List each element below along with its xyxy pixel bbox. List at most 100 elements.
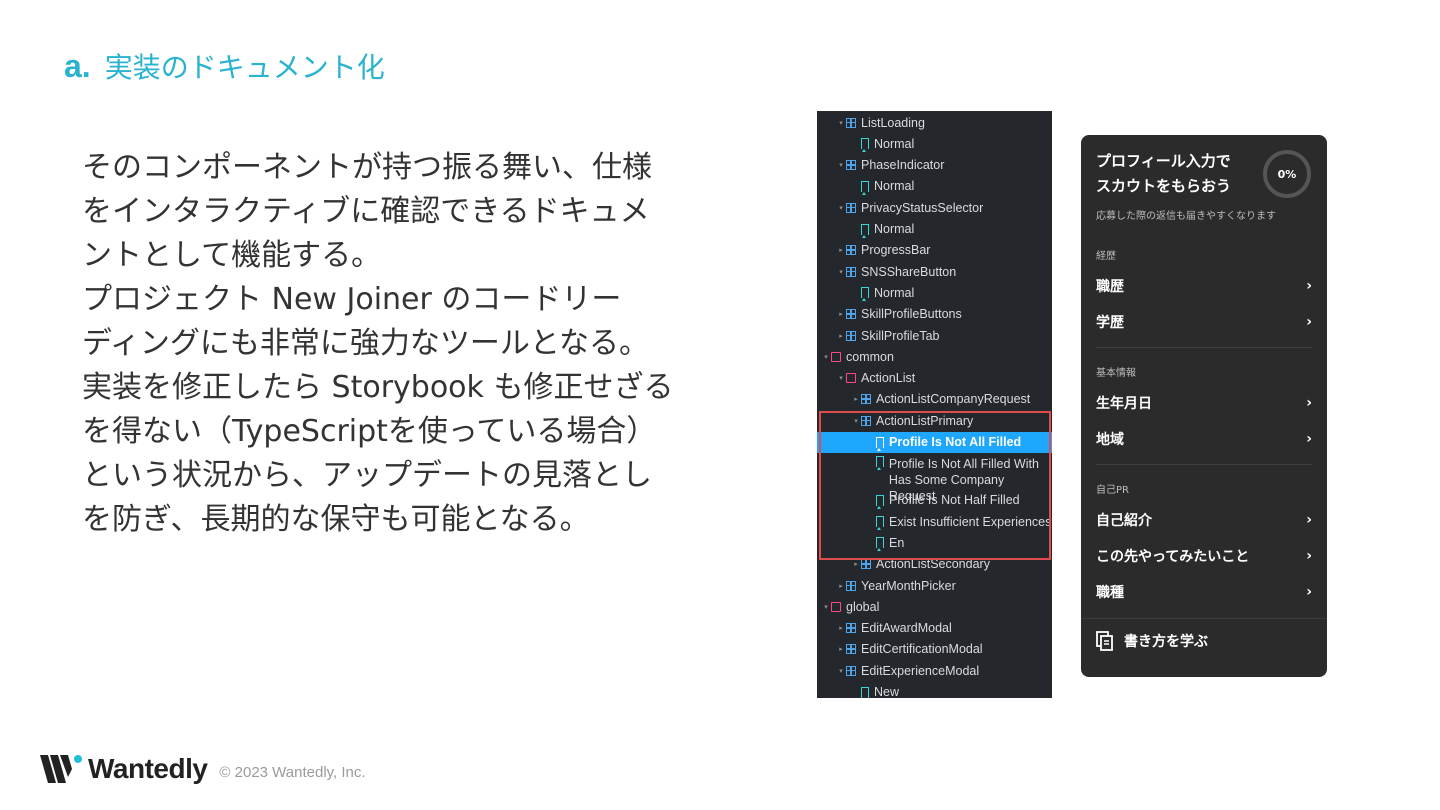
progress-text: 0% [1277, 167, 1297, 181]
tree-item-label: EditCertificationModal [861, 642, 983, 657]
tree-item-label: EditAwardModal [861, 621, 952, 636]
card-subtitle: 応募した際の返信も届きやすくなります [1096, 211, 1276, 222]
body-line: を得ない（TypeScriptを使っている場合） [82, 414, 657, 449]
tree-item-story[interactable]: New [817, 682, 1052, 698]
caret-down-icon[interactable]: ▾ [836, 268, 846, 276]
caret-down-icon[interactable]: ▾ [836, 374, 846, 382]
folder-icon [846, 373, 856, 384]
tree-item-component[interactable]: ▾ PrivacyStatusSelector [817, 197, 1052, 218]
tree-item-label: SkillProfileTab [861, 328, 940, 343]
component-icon [846, 330, 856, 341]
caret-right-icon[interactable]: ▸ [836, 645, 846, 653]
chevron-right-icon: › [1306, 548, 1312, 564]
tree-item-label: common [846, 349, 894, 364]
bookmark-icon [861, 180, 869, 195]
component-icon [846, 266, 856, 277]
caret-down-icon[interactable]: ▾ [836, 204, 846, 212]
tree-item-story[interactable]: Normal [817, 219, 1052, 240]
tree-item-label: global [846, 599, 880, 614]
slide-heading: a. 実装のドキュメント化 [64, 46, 385, 86]
tree-item-label: YearMonthPicker [861, 578, 956, 593]
caret-right-icon[interactable]: ▸ [836, 582, 846, 590]
tree-item-story[interactable]: Normal [817, 133, 1052, 154]
tree-item-component[interactable]: ▸ ActionListCompanyRequest [817, 389, 1052, 410]
tree-item-folder[interactable]: ▾ common [817, 346, 1052, 367]
bookmark-icon [861, 287, 869, 302]
wantedly-logo-icon [40, 755, 82, 783]
component-icon [846, 623, 856, 634]
tree-item-component[interactable]: ▸ SkillProfileTab [817, 325, 1052, 346]
caret-down-icon[interactable]: ▾ [821, 353, 831, 361]
bookmark-icon [861, 138, 869, 153]
tree-item-label: SkillProfileButtons [861, 307, 962, 322]
caret-right-icon[interactable]: ▸ [851, 560, 861, 568]
card-item-education[interactable]: 学歴 › [1096, 308, 1312, 336]
divider [1081, 618, 1327, 619]
caret-down-icon[interactable]: ▾ [836, 119, 846, 127]
body-line: 実装を修正したら Storybook も修正せざる [82, 370, 674, 405]
tree-item-folder[interactable]: ▾ ActionList [817, 368, 1052, 389]
heading-letter: a. [64, 48, 91, 84]
caret-right-icon[interactable]: ▸ [836, 624, 846, 632]
progress-ring: 0% [1263, 150, 1311, 198]
caret-right-icon[interactable]: ▸ [851, 395, 861, 403]
slide-footer: Wantedly © 2023 Wantedly, Inc. [40, 752, 366, 786]
component-icon [846, 202, 856, 213]
tree-item-component[interactable]: ▸ EditCertificationModal [817, 639, 1052, 660]
section-label-career: 経歴 [1096, 251, 1116, 262]
body-line: という状況から、アップデートの見落とし [82, 458, 652, 493]
tree-item-story[interactable]: Normal [817, 176, 1052, 197]
tree-item-label: ActionListCompanyRequest [876, 392, 1031, 407]
card-item-region[interactable]: 地域 › [1096, 425, 1312, 453]
component-icon [846, 665, 856, 676]
tree-item-component[interactable]: ▸ EditAwardModal [817, 618, 1052, 639]
caret-right-icon[interactable]: ▸ [836, 310, 846, 318]
tree-item-folder[interactable]: ▾ global [817, 596, 1052, 617]
tree-item-component[interactable]: ▸ ProgressBar [817, 240, 1052, 261]
card-item-job-type[interactable]: 職種 › [1096, 578, 1312, 606]
card-item-label: 職歴 [1096, 279, 1124, 295]
brand-name: Wantedly [88, 753, 208, 784]
tree-item-component[interactable]: ▾ EditExperienceModal [817, 660, 1052, 681]
storybook-sidebar-tree: ▾ ListLoading Normal ▾ PhaseIndicator Normal ▾… [817, 111, 1052, 698]
tree-item-component[interactable]: ▸ SkillProfileButtons [817, 304, 1052, 325]
card-item-label: 職種 [1096, 585, 1124, 601]
tree-item-label: SNSShareButton [861, 264, 957, 279]
card-item-self-intro[interactable]: 自己紹介 › [1096, 506, 1312, 534]
chevron-right-icon: › [1306, 395, 1312, 411]
tree-item-component[interactable]: ▾ ListLoading [817, 112, 1052, 133]
tree-item-component[interactable]: ▾ PhaseIndicator [817, 155, 1052, 176]
card-item-future-goals[interactable]: この先やってみたいこと › [1096, 542, 1312, 570]
component-icon [861, 394, 871, 405]
component-icon [846, 160, 856, 171]
tree-item-label: New [874, 685, 900, 698]
caret-down-icon[interactable]: ▾ [821, 603, 831, 611]
tree-item-label: ProgressBar [861, 243, 931, 258]
component-icon [846, 245, 856, 256]
tree-item-label: Normal [874, 179, 915, 194]
card-item-label: 地域 [1096, 432, 1124, 448]
caret-right-icon[interactable]: ▸ [836, 332, 846, 340]
divider [1096, 347, 1312, 348]
document-icon [1096, 631, 1113, 651]
card-title: プロフィール入力で スカウトをもらおう [1096, 149, 1231, 199]
card-item-label: この先やってみたいこと [1096, 549, 1250, 565]
learn-how-to-write-link[interactable]: 書き方を学ぶ [1096, 631, 1208, 651]
tree-item-story[interactable]: Normal [817, 282, 1052, 303]
body-line: を防ぎ、長期的な保守も可能となる。 [82, 502, 590, 537]
caret-right-icon[interactable]: ▸ [836, 246, 846, 254]
copyright-text: © 2023 Wantedly, Inc. [219, 763, 366, 781]
caret-down-icon[interactable]: ▾ [836, 667, 846, 675]
tree-item-component[interactable]: ▸ YearMonthPicker [817, 575, 1052, 596]
component-icon [861, 559, 871, 570]
card-item-work-history[interactable]: 職歴 › [1096, 272, 1312, 300]
caret-down-icon[interactable]: ▾ [836, 161, 846, 169]
card-item-birthday[interactable]: 生年月日 › [1096, 389, 1312, 417]
tree-item-label: Normal [874, 285, 915, 300]
tree-item-component[interactable]: ▾ SNSShareButton [817, 261, 1052, 282]
body-line: をインタラクティブに確認できるドキュメ [82, 194, 650, 229]
highlight-box [819, 411, 1051, 560]
card-title-line1: プロフィール入力で [1096, 152, 1231, 170]
tree-item-label: EditExperienceModal [861, 663, 980, 678]
component-icon [846, 644, 856, 655]
